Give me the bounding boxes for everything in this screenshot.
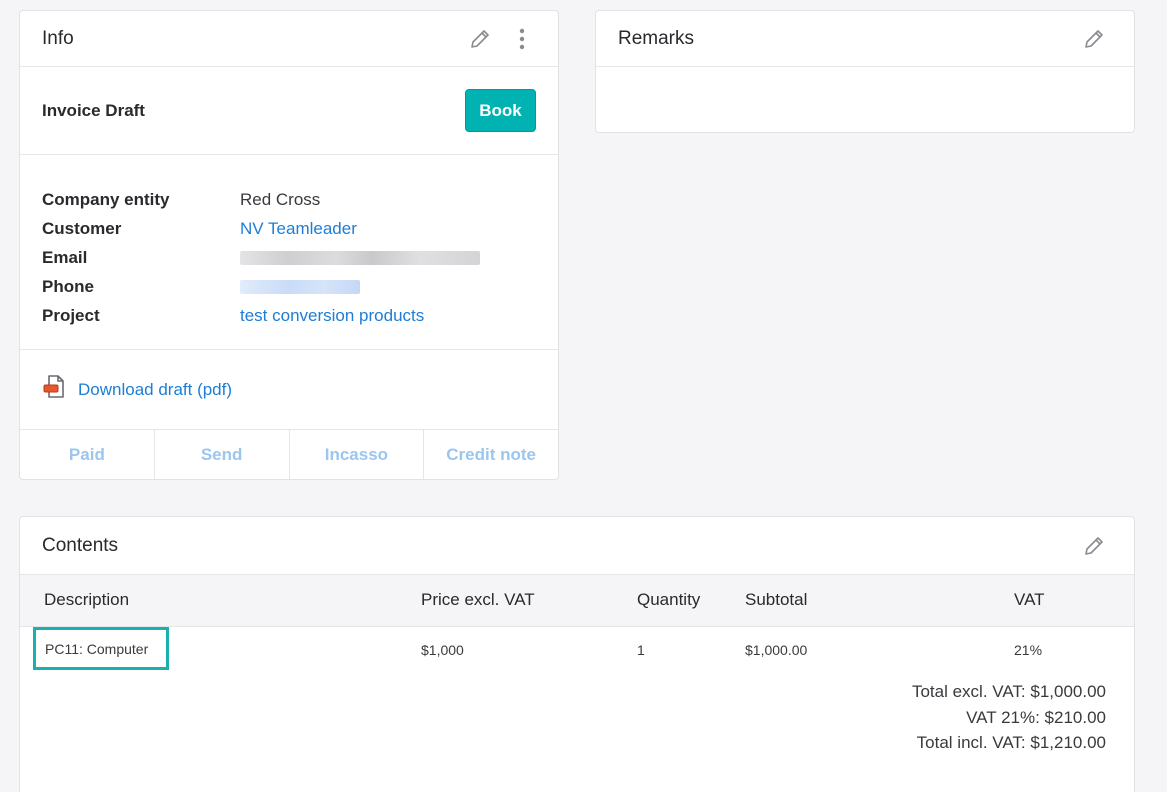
contents-title: Contents [42,534,119,556]
detail-row-customer: Customer NV Teamleader [42,214,536,243]
download-row: Download draft (pdf) [20,350,558,430]
pdf-file-icon[interactable] [42,374,68,405]
info-card: Info Invoice Draft Book Company entity R… [19,10,559,480]
info-header: Info [20,11,558,67]
column-subtotal: Subtotal [745,590,808,609]
line-description[interactable]: PC11: Computer [33,627,169,670]
company-entity-value: Red Cross [240,189,321,209]
contents-header: Contents [20,517,1134,575]
credit-note-button[interactable]: Credit note [424,430,558,479]
pencil-icon[interactable] [1080,25,1108,53]
email-label: Email [42,247,88,267]
column-description: Description [44,590,130,609]
project-label: Project [42,305,100,325]
customer-label: Customer [42,218,122,238]
book-button[interactable]: Book [465,89,536,132]
company-entity-label: Company entity [42,189,170,209]
line-subtotal: $1,000.00 [745,642,808,658]
line-quantity: 1 [637,642,645,658]
invoice-status: Invoice Draft [42,100,145,120]
pencil-icon[interactable] [1080,532,1108,560]
table-header: Description Price excl. VAT Quantity Sub… [20,575,1134,627]
detail-row-company: Company entity Red Cross [42,185,536,214]
line-vat: 21% [1014,642,1043,658]
incasso-button[interactable]: Incasso [290,430,425,479]
project-link[interactable]: test conversion products [240,306,424,326]
detail-row-phone: Phone [42,272,536,301]
details-list: Company entity Red Cross Customer NV Tea… [20,155,558,350]
totals: Total excl. VAT: $1,000.00 VAT 21%: $210… [912,679,1106,756]
pencil-icon[interactable] [466,25,494,53]
remarks-title: Remarks [618,27,695,49]
total-excl-vat: Total excl. VAT: $1,000.00 [911,682,1106,701]
line-price: $1,000 [421,642,464,658]
total-vat: VAT 21%: $210.00 [966,707,1106,727]
send-button[interactable]: Send [155,430,290,479]
status-row: Invoice Draft Book [20,67,558,155]
column-quantity: Quantity [637,590,701,609]
detail-row-project: Project test conversion products [42,301,536,330]
info-title: Info [42,27,74,49]
column-price: Price excl. VAT [421,590,535,609]
column-vat: VAT [1014,590,1045,609]
remarks-card: Remarks [595,10,1135,133]
remarks-header: Remarks [596,11,1134,67]
download-draft-link[interactable]: Download draft (pdf) [78,380,232,400]
contents-card: Contents Description Price excl. VAT Qua… [19,516,1135,792]
action-bar: Paid Send Incasso Credit note [20,430,558,479]
more-vertical-icon[interactable] [508,25,536,53]
total-incl-vat: Total incl. VAT: $1,210.00 [916,733,1106,752]
paid-button[interactable]: Paid [20,430,155,479]
email-value-redacted [240,250,480,265]
detail-row-email: Email [42,243,536,272]
phone-value-redacted[interactable] [240,279,360,294]
table-row[interactable]: PC11: Computer $1,000 1 $1,000.00 21% [20,627,1134,671]
line-description-text: PC11: Computer [45,640,149,657]
phone-label: Phone [42,276,94,296]
customer-link[interactable]: NV Teamleader [240,219,357,239]
